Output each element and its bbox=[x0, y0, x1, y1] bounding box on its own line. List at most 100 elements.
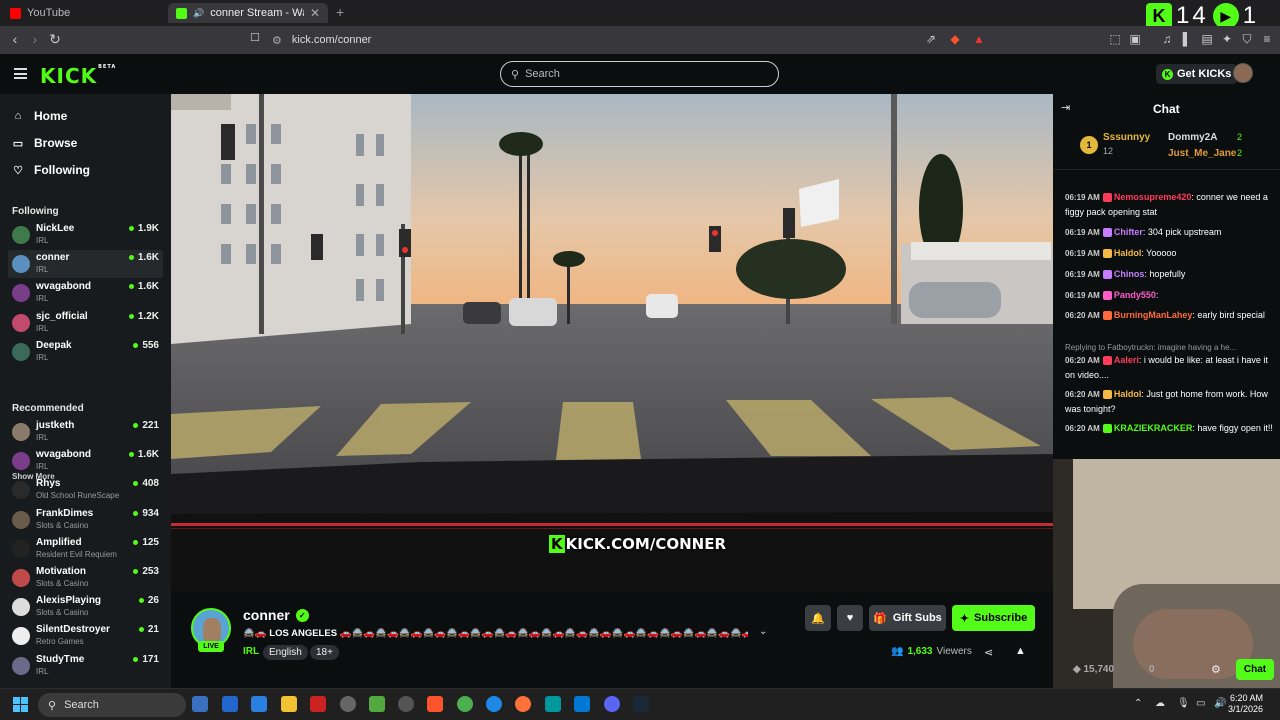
subscribe-button[interactable]: ✦ Subscribe bbox=[952, 605, 1035, 631]
sidebar-channel-justketh[interactable]: justketh IRL 221 bbox=[8, 418, 163, 446]
sidebar-channel-frankdimes[interactable]: FrankDimes Slots & Casino 934 bbox=[8, 506, 163, 534]
sidebar-item-following[interactable]: ♡ Following bbox=[12, 161, 90, 179]
site-info-icon[interactable]: ⚙ bbox=[272, 34, 282, 47]
collapse-chat-icon[interactable]: ⇥ bbox=[1061, 101, 1070, 114]
app-icon[interactable] bbox=[398, 696, 414, 712]
sidebar-channel-motivation[interactable]: Motivation Slots & Casino 253 bbox=[8, 564, 163, 592]
sidebar-channel-deepak[interactable]: Deepak IRL 556 bbox=[8, 338, 163, 366]
wallet-icon[interactable]: ▤ bbox=[1200, 32, 1214, 46]
app-icon[interactable] bbox=[222, 696, 238, 712]
report-alert-icon[interactable]: ▲ bbox=[1015, 645, 1026, 657]
reload-icon[interactable]: ↻ bbox=[46, 31, 64, 48]
windows-start-icon[interactable] bbox=[13, 697, 28, 712]
message-username[interactable]: KRAZIEKRACKER bbox=[1114, 423, 1193, 433]
volume-icon[interactable]: 🔊 bbox=[1214, 698, 1226, 709]
tab-youtube[interactable]: YouTube bbox=[2, 3, 162, 23]
share-icon[interactable]: ⇗ bbox=[924, 32, 938, 46]
message-username[interactable]: Aaleri bbox=[1114, 355, 1139, 365]
speaker-icon[interactable]: 🔊 bbox=[193, 8, 204, 19]
file-explorer-icon[interactable] bbox=[281, 696, 297, 712]
menu-icon[interactable]: ≡ bbox=[1260, 32, 1274, 46]
media-icon[interactable]: ♫ bbox=[1160, 32, 1174, 46]
back-icon[interactable]: ‹ bbox=[6, 31, 24, 47]
leaderboard-second-name[interactable]: Dommy2A bbox=[1168, 132, 1217, 143]
leaderboard-third-name[interactable]: Just_Me_Jane bbox=[1168, 148, 1236, 159]
message-username[interactable]: BurningManLahey bbox=[1114, 310, 1193, 320]
url-field[interactable]: ⚙ kick.com/conner bbox=[272, 31, 371, 49]
sidebar-channel-wvagabond[interactable]: wvagabond IRL 1.6K bbox=[8, 447, 163, 475]
tag-age[interactable]: 18+ bbox=[310, 645, 339, 660]
share-icon[interactable]: ⋖ bbox=[984, 646, 993, 659]
remote-app-icon[interactable] bbox=[251, 696, 267, 712]
edge-icon[interactable] bbox=[486, 696, 502, 712]
chrome-icon[interactable] bbox=[457, 696, 473, 712]
tab-kick-stream[interactable]: 🔊 conner Stream - Watch Live o ✕ bbox=[168, 3, 328, 23]
app-icon[interactable] bbox=[369, 696, 385, 712]
tag-language[interactable]: English bbox=[263, 645, 308, 660]
channel-category: IRL bbox=[36, 265, 49, 275]
new-tab-icon[interactable]: + bbox=[336, 4, 344, 20]
clock-time: 6:20 AM bbox=[1230, 693, 1264, 703]
message-username[interactable]: Haldol bbox=[1114, 248, 1142, 258]
sidebar-channel-wvagabond[interactable]: wvagabond IRL 1.6K bbox=[8, 279, 163, 307]
notification-bell-button[interactable]: 🔔 bbox=[805, 605, 831, 631]
bookmark-icon[interactable]: ☐ bbox=[246, 31, 264, 44]
microphone-icon[interactable]: 🎙 bbox=[1177, 698, 1190, 709]
message-username[interactable]: Nemosupreme420 bbox=[1114, 192, 1192, 202]
message-username[interactable]: Pandy550 bbox=[1114, 290, 1156, 300]
extensions-icon[interactable]: ⬚ bbox=[1108, 32, 1122, 46]
brave-rewards-icon[interactable]: ▲ bbox=[972, 32, 986, 46]
video-player[interactable]: K KICK.COM/CONNER bbox=[171, 94, 1053, 591]
arduino-icon[interactable] bbox=[545, 696, 561, 712]
chevron-down-icon[interactable]: ⌄ bbox=[759, 626, 767, 637]
firefox-icon[interactable] bbox=[515, 696, 531, 712]
tray-chevron-icon[interactable]: ⌃ bbox=[1134, 698, 1142, 709]
follow-heart-button[interactable]: ♥ bbox=[837, 605, 863, 631]
brave-shield-icon[interactable]: ◆ bbox=[948, 32, 962, 46]
streamer-name[interactable]: conner bbox=[243, 607, 290, 623]
vscode-icon[interactable] bbox=[574, 696, 590, 712]
message-username[interactable]: Chinos bbox=[1114, 269, 1145, 279]
stream-category[interactable]: IRL bbox=[243, 646, 259, 657]
message-username[interactable]: Chifter bbox=[1114, 227, 1143, 237]
gift-subs-button[interactable]: 🎁 Gift Subs bbox=[869, 605, 946, 631]
tray-app-icon[interactable]: ☁ bbox=[1155, 698, 1165, 709]
search-input[interactable]: ⚲ Search bbox=[500, 61, 779, 87]
sidebar-item-browse[interactable]: ▭ Browse bbox=[12, 134, 78, 152]
steam-icon[interactable] bbox=[633, 696, 649, 712]
sidebar-channel-silentdestroyer[interactable]: SilentDestroyer Retro Games 21 bbox=[8, 622, 163, 650]
taskview-icon[interactable] bbox=[192, 696, 208, 712]
user-avatar[interactable] bbox=[1233, 63, 1253, 83]
leaderboard-first-name[interactable]: Sssunnyy bbox=[1103, 132, 1150, 143]
live-badge: LIVE bbox=[198, 641, 224, 652]
clock-app-icon[interactable] bbox=[340, 696, 356, 712]
app-icon[interactable] bbox=[310, 696, 326, 712]
hamburger-menu-icon[interactable] bbox=[14, 68, 27, 79]
message-username[interactable]: Haldol bbox=[1114, 389, 1142, 399]
leo-ai-icon[interactable]: ✦ bbox=[1220, 32, 1234, 46]
brave-browser-icon[interactable] bbox=[427, 696, 443, 712]
discord-icon[interactable] bbox=[604, 696, 620, 712]
sidebar-toggle-icon[interactable]: ▌ bbox=[1180, 32, 1194, 46]
sidebar-channel-sjc_official[interactable]: sjc_official IRL 1.2K bbox=[8, 309, 163, 337]
channel-avatar bbox=[12, 539, 30, 558]
taskbar-clock[interactable]: 6:20 AM 3/1/2026 bbox=[1228, 693, 1263, 715]
network-icon[interactable]: ▭ bbox=[1196, 698, 1205, 709]
tab-search-icon[interactable]: ▣ bbox=[1128, 32, 1142, 46]
channel-name: Rhys bbox=[36, 478, 61, 490]
close-tab-icon[interactable]: ✕ bbox=[310, 6, 320, 20]
sidebar-channel-conner[interactable]: conner IRL 1.6K bbox=[8, 250, 163, 279]
sidebar-channel-nicklee[interactable]: NickLee IRL 1.9K bbox=[8, 221, 163, 249]
forward-icon[interactable]: › bbox=[26, 31, 44, 47]
get-kicks-button[interactable]: K Get KICKs bbox=[1156, 64, 1238, 84]
sidebar-channel-rhys[interactable]: Rhys Old School RuneScape 408 bbox=[8, 476, 163, 504]
sidebar-channel-amplified[interactable]: Amplified Resident Evil Requiem 125 bbox=[8, 535, 163, 563]
sidebar-channel-alexisplaying[interactable]: AlexisPlaying Slots & Casino 26 bbox=[8, 593, 163, 621]
kick-logo[interactable]: KICKBETA bbox=[40, 64, 116, 88]
sidebar-item-home[interactable]: ⌂ Home bbox=[12, 107, 68, 125]
chat-send-button[interactable]: Chat bbox=[1236, 659, 1274, 680]
sidebar-channel-studytme[interactable]: StudyTme IRL 171 bbox=[8, 652, 163, 680]
vpn-icon[interactable]: ⛉ bbox=[1240, 32, 1254, 46]
gear-icon[interactable]: ⚙ bbox=[1211, 663, 1221, 676]
taskbar-search[interactable]: ⚲ Search bbox=[38, 693, 186, 717]
